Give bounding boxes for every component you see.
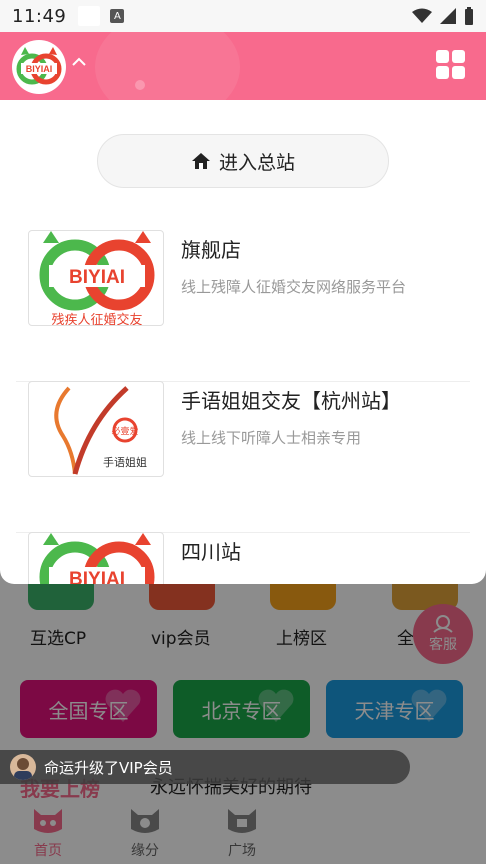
enter-main-site-button[interactable]: 进入总站 [97, 134, 389, 188]
status-time: 11:49 [12, 5, 67, 27]
station-item-sichuan[interactable]: BIYIAI 四川站 [16, 532, 470, 584]
logo-icon: BIYIAI [16, 47, 62, 85]
app-logo[interactable]: BIYIAI [12, 40, 66, 94]
avatar [10, 754, 36, 780]
station-item-hangzhou[interactable]: 必壹爱 手语姐姐 手语姐姐交友【杭州站】 线上线下听障人士相亲专用 [16, 381, 470, 533]
station-desc: 线上线下听障人士相亲专用 [181, 429, 362, 447]
station-panel: 进入总站 BIYIAI 残疾人征婚交友 旗舰店 线上残障人征婚交友网络服务平台 … [0, 100, 486, 584]
chevron-up-icon[interactable] [71, 54, 87, 70]
a-badge-icon: A [110, 9, 125, 23]
thumb-logo-text: 必壹爱 [111, 425, 138, 437]
menu-grid-button[interactable] [436, 50, 466, 80]
notification-icon [78, 6, 101, 26]
station-thumb: 必壹爱 手语姐姐 [28, 381, 164, 477]
station-desc: 线上残障人征婚交友网络服务平台 [181, 278, 407, 296]
vip-upgrade-toast: 命运升级了VIP会员 [0, 750, 410, 784]
thumb-sub-text: 残疾人征婚交友 [51, 312, 142, 326]
battery-icon [465, 7, 473, 25]
toast-text: 命运升级了VIP会员 [44, 758, 173, 777]
station-thumb: BIYIAI [28, 532, 164, 584]
status-bar: 11:49 A [0, 0, 486, 32]
grid-cell [452, 66, 465, 79]
logo-text: BIYIAI [26, 64, 53, 74]
station-thumb: BIYIAI 残疾人征婚交友 [28, 230, 164, 326]
grid-cell [436, 66, 449, 79]
grid-cell [452, 50, 465, 63]
enter-main-site-label: 进入总站 [218, 151, 295, 174]
station-item-flagship[interactable]: BIYIAI 残疾人征婚交友 旗舰店 线上残障人征婚交友网络服务平台 [16, 230, 470, 382]
wifi-icon [412, 8, 432, 23]
thumb-logo-text: BIYIAI [69, 569, 125, 584]
header-decoration [95, 32, 240, 100]
station-title: 四川站 [181, 540, 241, 564]
grid-cell [436, 50, 449, 63]
signal-icon [440, 8, 456, 24]
home-icon [191, 153, 210, 169]
thumb-logo-text: BIYIAI [69, 267, 125, 288]
thumb-sub-text: 手语姐姐 [103, 455, 147, 469]
station-title: 旗舰店 [181, 238, 241, 262]
header-dot [135, 80, 145, 90]
status-icons [412, 7, 474, 25]
top-header: BIYIAI [0, 32, 486, 100]
station-title: 手语姐姐交友【杭州站】 [181, 389, 401, 413]
